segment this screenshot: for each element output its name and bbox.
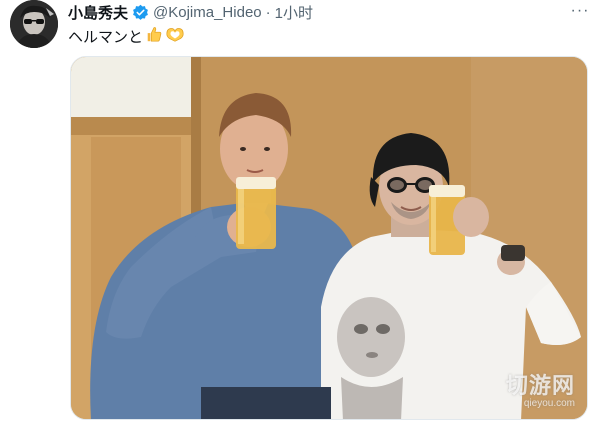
tweet: 小島秀夫 @Kojima_Hideo · 1小时 ··· ヘルマンと 切游网 q…: [0, 0, 600, 426]
heart-hands-icon: [165, 25, 185, 47]
tweet-photo[interactable]: 切游网 qieyou.com: [70, 56, 588, 420]
thumbs-up-icon: [145, 25, 163, 47]
tweet-text: ヘルマンと: [68, 25, 185, 47]
more-options-button[interactable]: ···: [568, 2, 592, 20]
verified-badge-icon: [132, 4, 149, 21]
more-icon: ···: [570, 2, 590, 19]
timestamp[interactable]: 1小时: [275, 2, 313, 23]
tweet-text-content: ヘルマンと: [68, 28, 144, 46]
handle[interactable]: @Kojima_Hideo: [153, 4, 262, 21]
display-name[interactable]: 小島秀夫: [68, 2, 128, 23]
separator-dot: ·: [265, 3, 271, 21]
avatar[interactable]: [10, 0, 58, 48]
tweet-header: 小島秀夫 @Kojima_Hideo · 1小时: [68, 2, 313, 22]
